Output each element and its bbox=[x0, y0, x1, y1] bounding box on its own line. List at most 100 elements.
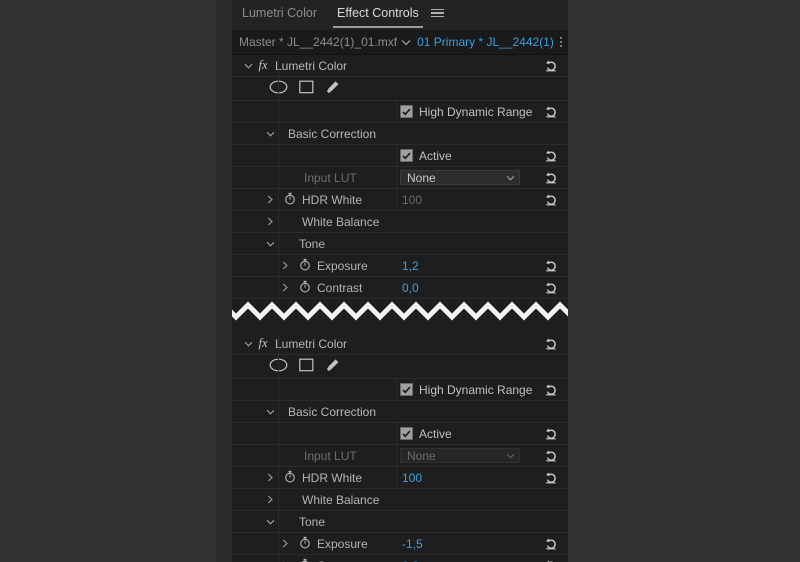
rectangle-mask-icon[interactable] bbox=[299, 80, 314, 97]
effect-name: Lumetri Color bbox=[275, 336, 348, 351]
input-lut-select[interactable]: None bbox=[400, 448, 520, 463]
reset-icon[interactable] bbox=[543, 537, 559, 551]
exposure-value[interactable]: -1,5 bbox=[402, 537, 423, 551]
section-basic-correction[interactable]: Basic Correction bbox=[232, 401, 568, 423]
exposure-row: Exposure 1,2 bbox=[232, 255, 568, 277]
mask-tools-row bbox=[232, 355, 568, 379]
reset-icon[interactable] bbox=[543, 427, 559, 441]
hamburger-menu-icon[interactable] bbox=[430, 0, 444, 26]
input-lut-row: Input LUT None bbox=[232, 445, 568, 467]
panel-tab-bar: Lumetri Color Effect Controls bbox=[232, 0, 568, 30]
reset-icon[interactable] bbox=[543, 281, 559, 295]
active-tab-underline bbox=[333, 26, 423, 28]
effect-panel-top: fx Lumetri Color High Dynamic Range Basi… bbox=[232, 55, 568, 299]
rectangle-mask-icon[interactable] bbox=[299, 358, 314, 375]
reset-icon[interactable] bbox=[543, 471, 559, 485]
chevron-down-icon[interactable] bbox=[263, 511, 277, 532]
hdr-white-value[interactable]: 100 bbox=[402, 471, 422, 485]
effect-controls-panel: Lumetri Color Effect Controls Master * J… bbox=[232, 0, 568, 562]
reset-icon[interactable] bbox=[543, 449, 559, 463]
reset-icon[interactable] bbox=[543, 559, 559, 562]
tone-row[interactable]: Tone bbox=[232, 233, 568, 255]
chevron-right-icon[interactable] bbox=[278, 277, 292, 298]
chevron-right-icon[interactable] bbox=[263, 489, 277, 510]
input-lut-label: Input LUT bbox=[304, 170, 357, 185]
clip-selector-bar: Master * JL__2442(1)_01.mxf 01 Primary *… bbox=[232, 30, 568, 55]
effect-name: Lumetri Color bbox=[275, 58, 348, 73]
chevron-down-icon[interactable] bbox=[263, 123, 277, 144]
active-label: Active bbox=[419, 148, 452, 163]
stopwatch-icon[interactable] bbox=[299, 280, 311, 296]
tone-row[interactable]: Tone bbox=[232, 511, 568, 533]
master-clip-label[interactable]: Master * JL__2442(1)_01.mxf bbox=[232, 35, 397, 49]
high-dynamic-range-label: High Dynamic Range bbox=[419, 382, 533, 397]
stopwatch-icon[interactable] bbox=[299, 558, 311, 562]
stopwatch-icon[interactable] bbox=[299, 536, 311, 552]
chevron-down-icon[interactable] bbox=[263, 233, 277, 254]
contrast-value[interactable]: 0,0 bbox=[402, 559, 419, 562]
effect-header-row[interactable]: fx Lumetri Color bbox=[232, 333, 568, 355]
chevron-right-icon[interactable] bbox=[263, 467, 277, 488]
tab-effect-controls[interactable]: Effect Controls bbox=[327, 0, 429, 28]
chevron-right-icon[interactable] bbox=[278, 555, 292, 562]
reset-icon[interactable] bbox=[543, 193, 559, 207]
high-dynamic-range-row: High Dynamic Range bbox=[232, 101, 568, 123]
primary-clip-label[interactable]: 01 Primary * JL__2442(1)__ bbox=[415, 35, 554, 49]
chevron-right-icon[interactable] bbox=[278, 255, 292, 276]
tab-label: Lumetri Color bbox=[242, 6, 318, 20]
section-label: Basic Correction bbox=[288, 126, 377, 141]
high-dynamic-range-checkbox[interactable] bbox=[400, 105, 413, 118]
white-balance-row[interactable]: White Balance bbox=[232, 489, 568, 511]
contrast-value[interactable]: 0,0 bbox=[402, 281, 419, 295]
torn-zigzag-divider bbox=[232, 299, 568, 333]
reset-icon[interactable] bbox=[543, 337, 559, 351]
white-balance-row[interactable]: White Balance bbox=[232, 211, 568, 233]
tone-label: Tone bbox=[299, 514, 326, 529]
exposure-row: Exposure -1,5 bbox=[232, 533, 568, 555]
chevron-down-icon[interactable] bbox=[241, 55, 255, 76]
high-dynamic-range-row: High Dynamic Range bbox=[232, 379, 568, 401]
section-basic-correction[interactable]: Basic Correction bbox=[232, 123, 568, 145]
mask-tools-row bbox=[232, 77, 568, 101]
exposure-label: Exposure bbox=[317, 258, 368, 273]
input-lut-select[interactable]: None bbox=[400, 170, 520, 185]
active-row: Active bbox=[232, 145, 568, 167]
active-checkbox[interactable] bbox=[400, 149, 413, 162]
chevron-right-icon[interactable] bbox=[278, 533, 292, 554]
contrast-label: Contrast bbox=[317, 559, 362, 562]
pen-mask-icon[interactable] bbox=[325, 80, 340, 98]
reset-icon[interactable] bbox=[543, 149, 559, 163]
effect-panel-bottom: fx Lumetri Color High Dynamic Range Basi… bbox=[232, 333, 568, 562]
chevron-right-icon[interactable] bbox=[263, 211, 277, 232]
chevron-down-icon[interactable] bbox=[263, 401, 277, 422]
active-checkbox[interactable] bbox=[400, 427, 413, 440]
hdr-white-row: HDR White 100 bbox=[232, 467, 568, 489]
tab-lumetri-color[interactable]: Lumetri Color bbox=[232, 0, 327, 26]
contrast-row: Contrast 0,0 bbox=[232, 555, 568, 562]
chevron-right-icon[interactable] bbox=[263, 189, 277, 210]
hdr-white-value[interactable]: 100 bbox=[402, 193, 422, 207]
chevron-down-icon[interactable] bbox=[397, 30, 415, 54]
effect-header-row[interactable]: fx Lumetri Color bbox=[232, 55, 568, 77]
white-balance-label: White Balance bbox=[302, 492, 380, 507]
reset-icon[interactable] bbox=[543, 105, 559, 119]
stopwatch-icon[interactable] bbox=[284, 470, 296, 486]
reset-icon[interactable] bbox=[543, 259, 559, 273]
high-dynamic-range-checkbox[interactable] bbox=[400, 383, 413, 396]
reset-icon[interactable] bbox=[543, 59, 559, 73]
reset-icon[interactable] bbox=[543, 171, 559, 185]
hdr-white-label: HDR White bbox=[302, 192, 363, 207]
chevron-down-icon[interactable] bbox=[241, 333, 255, 354]
stopwatch-icon[interactable] bbox=[284, 192, 296, 208]
contrast-label: Contrast bbox=[317, 280, 363, 295]
pen-mask-icon[interactable] bbox=[325, 358, 340, 376]
active-label: Active bbox=[419, 426, 452, 441]
contrast-row: Contrast 0,0 bbox=[232, 277, 568, 299]
drag-dots-icon[interactable] bbox=[554, 30, 568, 54]
active-row: Active bbox=[232, 423, 568, 445]
white-balance-label: White Balance bbox=[302, 214, 380, 229]
reset-icon[interactable] bbox=[543, 383, 559, 397]
exposure-value[interactable]: 1,2 bbox=[402, 259, 419, 273]
stopwatch-icon[interactable] bbox=[299, 258, 311, 274]
input-lut-row: Input LUT None bbox=[232, 167, 568, 189]
